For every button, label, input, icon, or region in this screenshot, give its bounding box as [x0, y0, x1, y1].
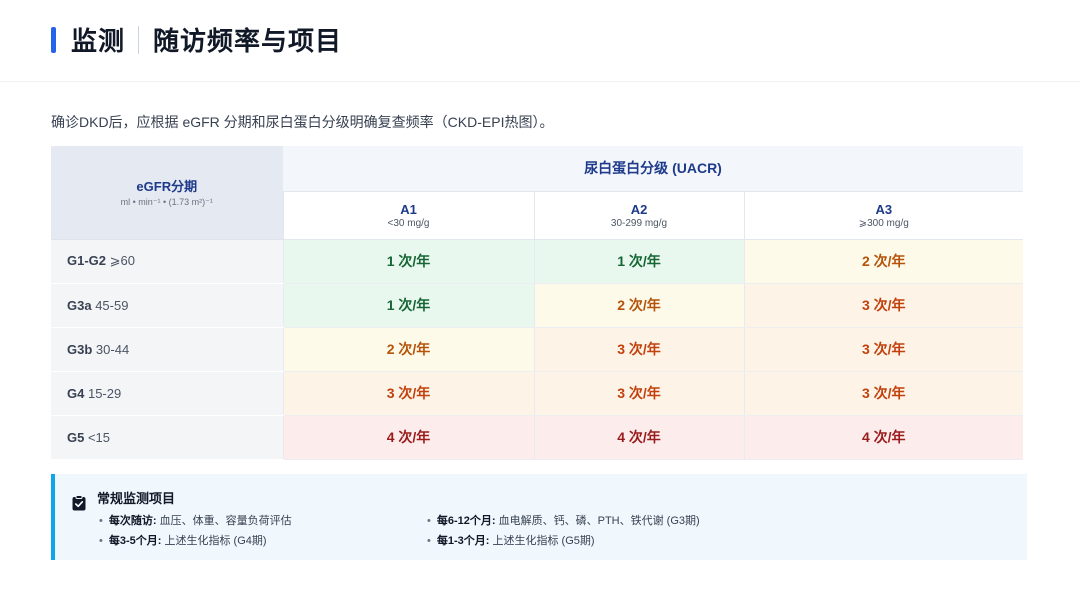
- page-title: 监测: [71, 26, 126, 56]
- column-range: <30 mg/g: [387, 217, 430, 229]
- column-header-a2: A2 30-299 mg/g: [533, 191, 744, 240]
- egfr-stage-title: eGFR分期: [136, 179, 198, 195]
- stage-label: G3a: [67, 297, 92, 313]
- frequency-cell: 2 次/年: [533, 283, 744, 328]
- stage-label: G5: [67, 429, 85, 445]
- frequency-cell: 2 次/年: [282, 327, 534, 372]
- followup-frequency-table: eGFR分期 ml • min⁻¹ • (1.73 m²)⁻¹ 尿白蛋白分级 (…: [51, 146, 1024, 460]
- stage-range: 45-59: [95, 297, 129, 313]
- frequency-cell: 3 次/年: [533, 327, 744, 372]
- item-value: 上述生化指标 (G5期): [492, 535, 595, 547]
- item-key: 每1-3个月:: [436, 535, 490, 547]
- row-header-g4: G4 15-29: [51, 371, 283, 416]
- egfr-unit: ml • min⁻¹ • (1.73 m²)⁻¹: [120, 197, 213, 208]
- item-key: 每6-12个月:: [436, 515, 496, 527]
- frequency-cell: 3 次/年: [282, 371, 534, 416]
- column-header-a3: A3 ⩾300 mg/g: [743, 191, 1024, 240]
- stage-range: 30-44: [95, 341, 130, 357]
- column-name: A1: [400, 201, 417, 217]
- egfr-stage-header: eGFR分期 ml • min⁻¹ • (1.73 m²)⁻¹: [51, 146, 283, 240]
- frequency-cell: 4 次/年: [743, 415, 1024, 460]
- frequency-cell: 4 次/年: [533, 415, 744, 460]
- column-range: ⩾300 mg/g: [858, 217, 909, 229]
- column-name: A3: [875, 201, 893, 217]
- frequency-cell: 3 次/年: [743, 371, 1024, 416]
- stage-label: G4: [67, 385, 85, 401]
- frequency-cell: 3 次/年: [743, 283, 1024, 328]
- column-range: 30-299 mg/g: [610, 217, 668, 229]
- table-row: G3b 30-44 2 次/年 3 次/年 3 次/年: [51, 327, 1024, 372]
- intro-text: 确诊DKD后，应根据 eGFR 分期和尿白蛋白分级明确复查频率（CKD-EPI热…: [51, 114, 554, 130]
- item-value: 上述生化指标 (G4期): [164, 535, 267, 547]
- title-accent-bar: [51, 27, 56, 53]
- monitoring-title: 常规监测项目: [97, 491, 176, 506]
- table-row: G5 <15 4 次/年 4 次/年 4 次/年: [51, 415, 1024, 460]
- page-subtitle: 随访频率与项目: [153, 26, 343, 56]
- stage-label: G1-G2: [67, 253, 107, 268]
- item-key: 每次随访:: [108, 515, 157, 527]
- list-item: • 每次随访: 血压、体重、容量负荷评估: [99, 515, 292, 527]
- row-header-g3a: G3a 45-59: [51, 283, 283, 328]
- frequency-cell: 2 次/年: [743, 239, 1024, 284]
- title-divider: [138, 26, 139, 54]
- stage-range: 15-29: [87, 385, 122, 401]
- uacr-group-header: 尿白蛋白分级 (UACR): [283, 146, 1024, 192]
- frequency-cell: 3 次/年: [743, 327, 1024, 372]
- column-header-a1: A1 <30 mg/g: [282, 191, 534, 240]
- stage-range: ⩾60: [109, 253, 135, 268]
- row-header-g5: G5 <15: [51, 415, 283, 460]
- list-item: • 每6-12个月: 血电解质、钙、磷、PTH、铁代谢 (G3期): [427, 515, 700, 527]
- row-header-g1-g2: G1-G2 ⩾60: [51, 239, 283, 284]
- item-key: 每3-5个月:: [108, 535, 162, 547]
- row-header-g3b: G3b 30-44: [51, 327, 283, 372]
- frequency-cell: 1 次/年: [282, 283, 534, 328]
- stage-label: G3b: [67, 341, 93, 357]
- routine-monitoring-panel: 常规监测项目 • 每次随访: 血压、体重、容量负荷评估 • 每6-12个月: 血电解…: [51, 474, 1027, 560]
- column-name: A2: [630, 201, 648, 217]
- clipboard-check-icon: [72, 495, 86, 511]
- table-row: G4 15-29 3 次/年 3 次/年 3 次/年: [51, 371, 1024, 416]
- frequency-cell: 4 次/年: [282, 415, 534, 460]
- table-row: G1-G2 ⩾60 1 次/年 1 次/年 2 次/年: [51, 239, 1024, 284]
- stage-range: <15: [87, 429, 111, 445]
- item-value: 血压、体重、容量负荷评估: [159, 515, 292, 527]
- frequency-cell: 1 次/年: [282, 239, 534, 284]
- page-header: 监测 随访频率与项目: [0, 0, 1080, 82]
- frequency-cell: 3 次/年: [533, 371, 744, 416]
- list-item: • 每3-5个月: 上述生化指标 (G4期): [99, 535, 267, 547]
- list-item: • 每1-3个月: 上述生化指标 (G5期): [427, 535, 595, 547]
- frequency-cell: 1 次/年: [533, 239, 744, 284]
- table-row: G3a 45-59 1 次/年 2 次/年 3 次/年: [51, 283, 1024, 328]
- item-value: 血电解质、钙、磷、PTH、铁代谢 (G3期): [498, 515, 700, 527]
